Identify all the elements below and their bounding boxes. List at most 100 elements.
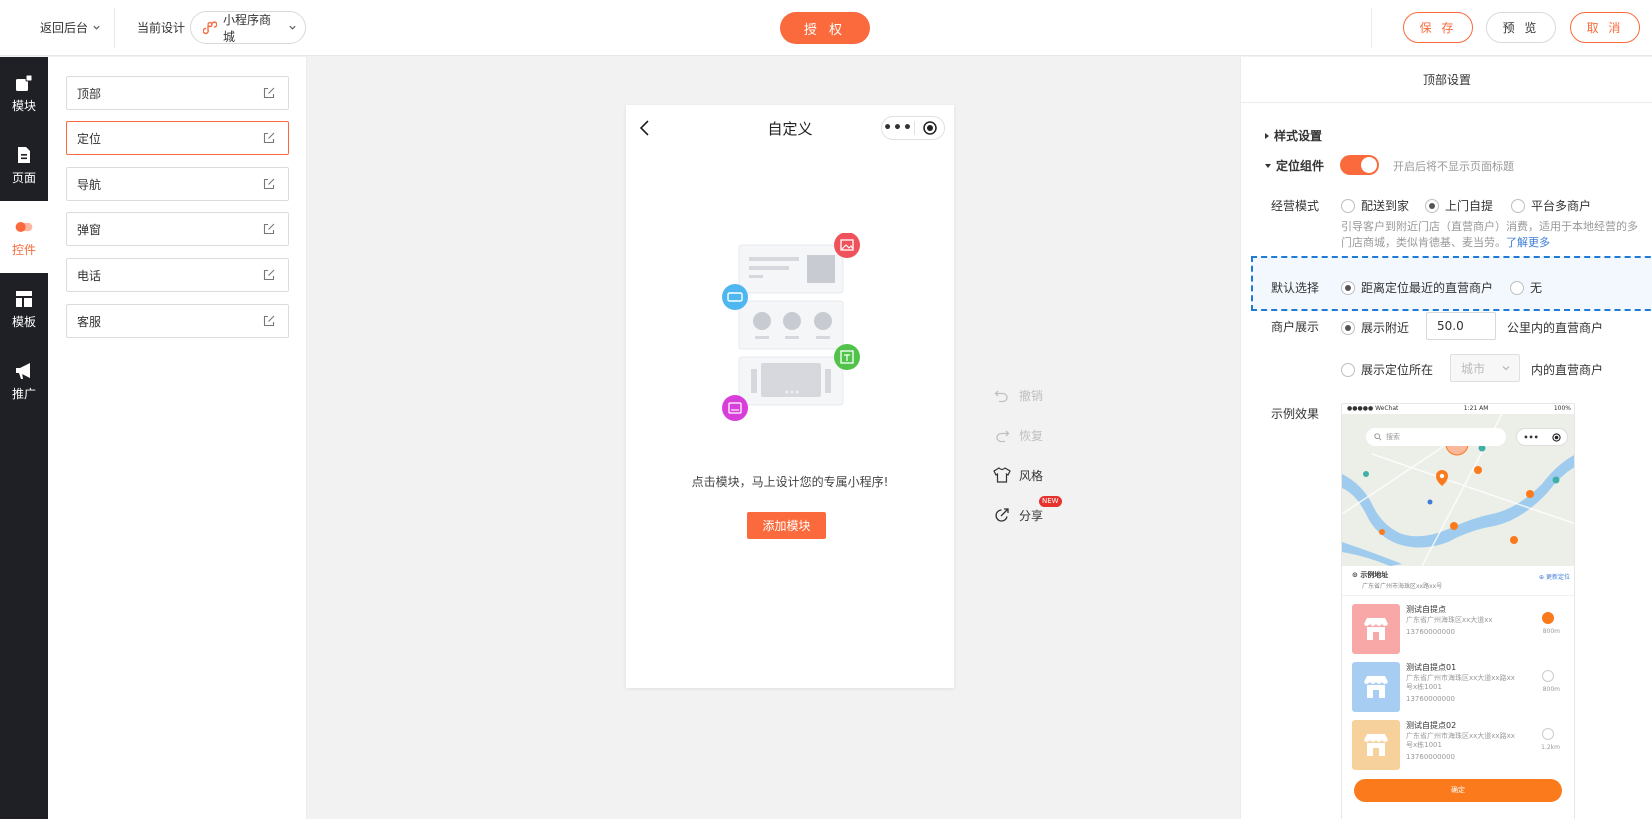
mode-option-multi-merchant[interactable]: 平台多商户 xyxy=(1511,197,1591,214)
example-store-item: 测试自提点02 广东省广州市海珠区xx大道xx路xx号x栋1001 137600… xyxy=(1342,716,1574,774)
back-to-admin-link[interactable]: 返回后台 xyxy=(40,19,101,36)
nav-item-widget[interactable]: 控件 xyxy=(0,201,48,273)
record-icon[interactable] xyxy=(915,120,944,136)
nav-label: 页面 xyxy=(11,170,36,185)
radio-circle xyxy=(1341,320,1355,335)
component-label: 弹窗 xyxy=(77,222,102,237)
save-button[interactable]: 保 存 xyxy=(1403,12,1473,43)
default-option-nearest[interactable]: 距离定位最近的直营商户 xyxy=(1341,279,1493,296)
nav-label: 模板 xyxy=(11,314,36,329)
default-option-none[interactable]: 无 xyxy=(1510,279,1542,296)
miniprogram-logo-icon xyxy=(203,20,217,34)
component-item-popup[interactable]: 弹窗 xyxy=(66,212,289,246)
component-label: 客服 xyxy=(77,314,102,329)
caret-right-icon xyxy=(1265,132,1269,139)
edit-icon[interactable] xyxy=(262,222,276,236)
style-settings-section[interactable]: 样式设置 xyxy=(1265,127,1322,144)
learn-more-link[interactable]: 了解更多 xyxy=(1506,236,1550,249)
unchecked-icon xyxy=(1542,670,1554,682)
chevron-down-icon xyxy=(289,25,296,30)
radio-circle xyxy=(1341,362,1355,377)
divider xyxy=(1371,8,1372,48)
empty-state-message: 点击模块，马上设计您的专属小程序! xyxy=(691,475,889,489)
nav-item-template[interactable]: 模板 xyxy=(0,273,48,345)
location-hint: 开启后将不显示页面标题 xyxy=(1393,160,1514,173)
example-store-item: 测试自提点 广东省广州海珠区xx大道xx 13760000000 800m xyxy=(1342,600,1574,658)
example-address-bar: ⊙ 示例地址 广东省广州市海珠区xx路xx号 ⊕ 更新定位 xyxy=(1342,566,1574,596)
left-nav: 模块 页面 控件 模板 推广 xyxy=(0,57,48,819)
nav-item-page[interactable]: 页面 xyxy=(0,129,48,201)
merchant-option-city[interactable]: 展示定位所在 xyxy=(1341,361,1433,378)
share-label: 分享 xyxy=(1019,508,1044,523)
undo-label: 撤销 xyxy=(1019,388,1044,403)
mode-label: 经营模式 xyxy=(1271,199,1320,213)
merchant-option-nearby[interactable]: 展示附近 xyxy=(1341,319,1409,336)
mode-option-delivery[interactable]: 配送到家 xyxy=(1341,197,1409,214)
caret-down-icon xyxy=(1265,163,1271,168)
section-label: 样式设置 xyxy=(1274,129,1323,143)
top-bar: 返回后台 当前设计 小程序商城 授 权 保 存 预 览 取 消 xyxy=(0,0,1652,56)
example-label: 示例效果 xyxy=(1271,407,1320,421)
edit-icon[interactable] xyxy=(262,314,276,328)
checked-icon xyxy=(1542,612,1554,624)
nav-label: 模块 xyxy=(11,98,36,113)
redo-icon xyxy=(993,426,1011,444)
mode-description: 引导客户到附近门店（直营商户）消费，适用于本地经营的多门店商城，类似肯德基、麦当… xyxy=(1341,220,1638,249)
example-preview: ●●●●● WeChat 1:21 AM 100% 搜索 ••• ⊙ 示例地址 … xyxy=(1341,403,1575,819)
example-store-item: 测试自提点01 广东省广州市海珠区xx大道xx路xx号x栋1001 137600… xyxy=(1342,658,1574,716)
record-icon xyxy=(1551,432,1561,442)
back-label: 返回后台 xyxy=(40,21,89,35)
style-button[interactable]: 风格 xyxy=(993,466,1043,484)
location-toggle[interactable] xyxy=(1340,155,1379,175)
radio-circle xyxy=(1341,280,1355,295)
nav-item-promotion[interactable]: 推广 xyxy=(0,345,48,417)
component-label: 顶部 xyxy=(77,86,102,101)
new-badge: NEW xyxy=(1039,496,1062,507)
megaphone-icon xyxy=(14,361,34,381)
component-label: 导航 xyxy=(77,177,102,192)
authorize-button[interactable]: 授 权 xyxy=(780,12,870,44)
city-select[interactable]: 城市 xyxy=(1450,354,1520,382)
edit-icon[interactable] xyxy=(262,177,276,191)
radio-circle xyxy=(1511,198,1525,213)
city-suffix: 内的直营商户 xyxy=(1531,363,1604,377)
component-item-nav[interactable]: 导航 xyxy=(66,167,289,201)
component-label: 电话 xyxy=(77,268,102,283)
style-label: 风格 xyxy=(1019,468,1044,483)
cancel-button[interactable]: 取 消 xyxy=(1570,12,1640,43)
component-item-service[interactable]: 客服 xyxy=(66,304,289,338)
nearby-km-input[interactable] xyxy=(1426,312,1496,340)
empty-state-illustration xyxy=(722,233,860,421)
nav-label: 控件 xyxy=(11,242,36,257)
nav-label: 推广 xyxy=(11,386,36,401)
edit-icon[interactable] xyxy=(262,86,276,100)
design-select[interactable]: 小程序商城 xyxy=(190,11,306,44)
more-dots-icon[interactable]: ••• xyxy=(882,121,914,135)
status-bar: ●●●●● WeChat 1:21 AM 100% xyxy=(1347,405,1571,412)
component-item-phone[interactable]: 电话 xyxy=(66,258,289,292)
example-map: 搜索 ••• xyxy=(1342,413,1574,567)
toggle-icon xyxy=(14,217,34,237)
share-button[interactable]: 分享 NEW xyxy=(993,496,1062,524)
mode-option-pickup[interactable]: 上门自提 xyxy=(1425,197,1493,214)
merchant-label: 商户展示 xyxy=(1271,320,1320,334)
example-confirm-button: 确定 xyxy=(1354,779,1562,802)
example-search-bar: 搜索 xyxy=(1366,428,1506,446)
redo-button[interactable]: 恢复 xyxy=(993,426,1043,444)
preview-button[interactable]: 预 览 xyxy=(1486,12,1556,43)
module-icon xyxy=(14,73,34,93)
location-component-section[interactable]: 定位组件 xyxy=(1265,157,1324,174)
undo-button[interactable]: 撤销 xyxy=(993,386,1043,404)
component-item-location[interactable]: 定位 xyxy=(66,121,289,155)
nav-item-module[interactable]: 模块 xyxy=(0,57,48,129)
phone-preview: 自定义 ••• 点击模块，马上设计您的专属小程序! 添加模块 xyxy=(626,105,954,688)
edit-icon[interactable] xyxy=(262,268,276,282)
radio-circle xyxy=(1341,198,1355,213)
edit-icon[interactable] xyxy=(262,131,276,145)
component-item-top[interactable]: 顶部 xyxy=(66,76,289,110)
chevron-down-icon xyxy=(93,25,100,30)
add-module-button[interactable]: 添加模块 xyxy=(747,512,826,539)
undo-icon xyxy=(993,386,1011,404)
city-placeholder: 城市 xyxy=(1461,361,1486,376)
shirt-icon xyxy=(993,466,1011,484)
